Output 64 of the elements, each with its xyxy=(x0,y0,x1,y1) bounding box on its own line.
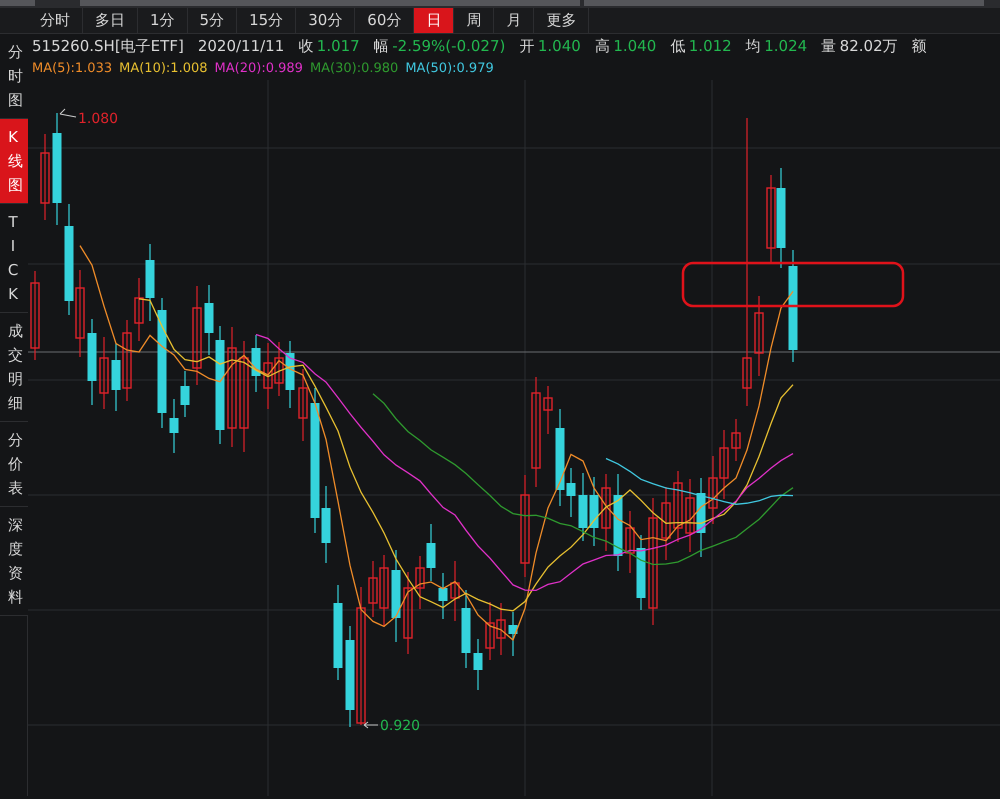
candlestick xyxy=(368,561,378,617)
field-label: 幅 xyxy=(374,36,389,57)
scrollbar-segment xyxy=(0,0,35,6)
ma-label: MA(30):0.980 xyxy=(310,60,398,78)
candlestick xyxy=(415,556,425,609)
candlestick xyxy=(450,561,460,621)
candlestick xyxy=(578,473,588,541)
side-tab[interactable]: 成交明细 xyxy=(0,313,28,422)
candlestick xyxy=(625,511,635,573)
candlestick xyxy=(426,524,436,581)
candlestick xyxy=(170,399,178,453)
field-value: 1.040 xyxy=(538,36,581,57)
low-price-label: 0.920 xyxy=(380,718,420,734)
ma-label: MA(50):0.979 xyxy=(405,60,494,78)
candlestick xyxy=(274,342,284,396)
field-label: 收 xyxy=(298,36,314,57)
candlestick xyxy=(485,602,495,660)
candlestick xyxy=(508,612,518,656)
candlestick xyxy=(566,468,576,517)
leader-line xyxy=(60,108,76,118)
field-label: 均 xyxy=(746,36,761,57)
stock-symbol: 515260.SH[电子ETF] xyxy=(32,36,184,57)
candlestick xyxy=(252,335,260,392)
candlestick xyxy=(438,573,448,619)
candlestick xyxy=(590,477,598,546)
candlestick xyxy=(731,419,741,461)
field-value: 1.017 xyxy=(316,36,360,57)
candlestick xyxy=(134,278,144,341)
quote-date: 2020/11/11 xyxy=(198,36,284,57)
field-label: 额 xyxy=(912,36,927,57)
high-price-label: 1.080 xyxy=(78,111,118,127)
side-tab[interactable]: 分时图 xyxy=(0,34,28,119)
field-label: 低 xyxy=(670,36,686,57)
field-value: 1.012 xyxy=(688,36,732,57)
side-tab[interactable]: 分价表 xyxy=(0,422,28,507)
field-value: 82.02万 xyxy=(840,36,898,57)
field-value: 1.024 xyxy=(764,36,808,57)
candlestick xyxy=(99,337,109,409)
candlestick xyxy=(112,343,120,411)
field-label: 开 xyxy=(519,36,534,57)
side-tab[interactable]: 深度资料 xyxy=(0,507,28,616)
candlestick xyxy=(474,639,482,690)
candlestick xyxy=(298,369,308,441)
leader-line xyxy=(364,722,378,728)
period-tab[interactable]: 日 xyxy=(414,8,454,33)
field-label: 高 xyxy=(594,36,610,57)
candlestick xyxy=(543,386,553,434)
ma-label: MA(10):1.008 xyxy=(119,60,208,78)
side-tab[interactable]: K线图 xyxy=(0,119,28,204)
side-tab[interactable]: TICK xyxy=(0,204,28,313)
candlestick xyxy=(673,471,683,542)
ma-label: MA(20):0.989 xyxy=(214,60,303,78)
candlestick xyxy=(496,603,506,655)
field-value: -2.59%(-0.027) xyxy=(392,36,506,57)
candlestick xyxy=(180,371,190,417)
candlestick xyxy=(379,555,389,627)
candlestick xyxy=(286,341,294,408)
candlestick xyxy=(263,343,273,409)
candlestick xyxy=(204,285,214,355)
field-value: 1.040 xyxy=(613,36,656,57)
field-label: 量 xyxy=(821,36,836,57)
candlestick xyxy=(719,430,729,499)
candlestick xyxy=(708,456,718,524)
ma-label: MA(5):1.033 xyxy=(32,60,112,78)
